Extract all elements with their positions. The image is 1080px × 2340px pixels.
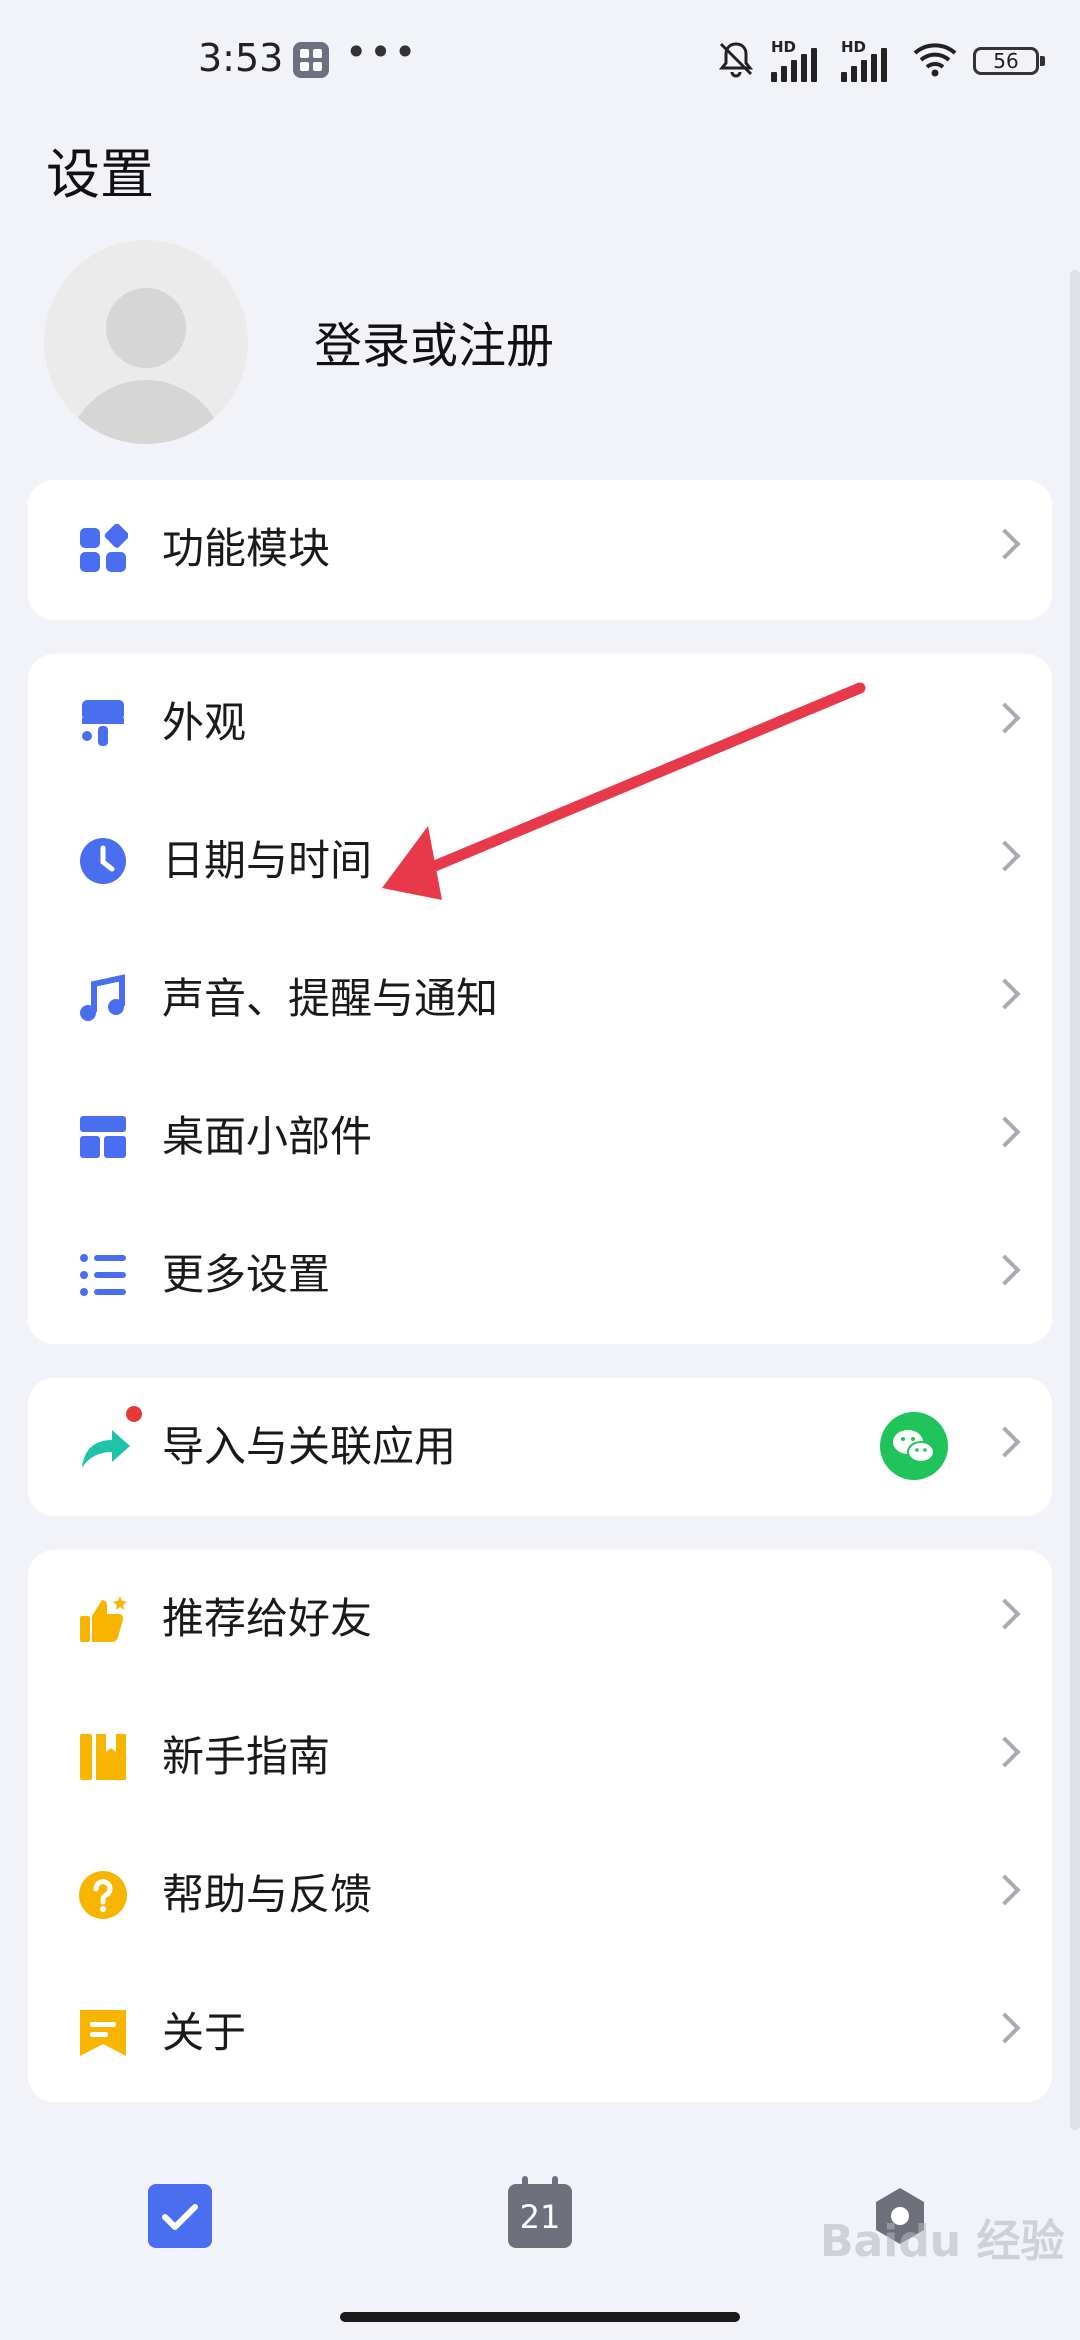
setting-item-modules[interactable]: 功能模块: [28, 480, 1052, 618]
chevron-right-icon: [989, 1874, 1021, 1906]
widget-layout-icon: [78, 1112, 128, 1162]
setting-label: 功能模块: [162, 524, 331, 573]
watermark: Baidu 经验: [820, 2216, 1065, 2267]
checkbox-icon: [148, 2204, 212, 2252]
app-notification-icon: [293, 42, 329, 78]
setting-label: 关于: [162, 2008, 247, 2057]
mute-bell-icon: [715, 38, 757, 84]
thumbs-up-icon: [78, 1594, 128, 1644]
music-note-icon: [78, 974, 128, 1024]
setting-label: 新手指南: [162, 1732, 331, 1781]
setting-item-appearance[interactable]: 外观: [28, 654, 1052, 792]
wechat-icon: [880, 1412, 948, 1480]
paint-roller-icon: [78, 698, 128, 748]
chevron-right-icon: [989, 2012, 1021, 2044]
setting-label: 声音、提醒与通知: [162, 974, 499, 1023]
avatar[interactable]: [44, 240, 248, 444]
settings-group-support: 推荐给好友 新手指南 帮助与反馈 关于: [28, 1550, 1052, 2102]
setting-label: 帮助与反馈: [162, 1870, 373, 1919]
new-badge-dot: [126, 1406, 142, 1422]
chevron-right-icon: [989, 840, 1021, 872]
guide-book-icon: [78, 1732, 128, 1782]
signal-strength-icon: HD: [771, 38, 827, 82]
chevron-right-icon: [989, 702, 1021, 734]
setting-label: 日期与时间: [162, 836, 373, 885]
chevron-right-icon: [989, 978, 1021, 1010]
setting-item-about[interactable]: 关于: [28, 1964, 1052, 2102]
share-arrow-icon: [78, 1422, 130, 1472]
page-title: 设置: [46, 143, 154, 206]
chevron-right-icon: [989, 1426, 1021, 1458]
settings-screen: 3:53 ••• HD HD 56 设置 登录或注册 功能模块 外观 日期与时间…: [0, 0, 1080, 2340]
settings-group-import: 导入与关联应用: [28, 1378, 1052, 1516]
profile-login[interactable]: 登录或注册: [44, 240, 1024, 450]
setting-item-help-feedback[interactable]: 帮助与反馈: [28, 1826, 1052, 1964]
setting-item-date-time[interactable]: 日期与时间: [28, 792, 1052, 930]
setting-item-beginner-guide[interactable]: 新手指南: [28, 1688, 1052, 1826]
scrollbar[interactable]: [1070, 270, 1080, 2130]
setting-item-more-settings[interactable]: 更多设置: [28, 1206, 1052, 1344]
setting-item-import-link-apps[interactable]: 导入与关联应用: [28, 1378, 1052, 1516]
setting-label: 更多设置: [162, 1250, 331, 1299]
setting-label: 推荐给好友: [162, 1594, 373, 1643]
battery-level: 56: [993, 49, 1019, 73]
question-icon: [78, 1870, 128, 1920]
tab-calendar[interactable]: 21: [508, 2176, 572, 2248]
status-time: 3:53: [198, 36, 284, 80]
about-bookmark-icon: [78, 2008, 128, 2058]
chevron-right-icon: [989, 528, 1021, 560]
settings-group-general: 外观 日期与时间 声音、提醒与通知 桌面小部件 更多设置: [28, 654, 1052, 1344]
setting-label: 外观: [162, 698, 247, 747]
setting-label: 导入与关联应用: [162, 1422, 457, 1471]
chevron-right-icon: [989, 1736, 1021, 1768]
login-register-label[interactable]: 登录或注册: [314, 306, 554, 376]
battery-indicator: 56: [973, 47, 1045, 75]
setting-item-widgets[interactable]: 桌面小部件: [28, 1068, 1052, 1206]
tab-tasks[interactable]: [148, 2184, 212, 2248]
status-bar: 3:53 ••• HD HD 56: [0, 0, 1080, 120]
wifi-icon: [911, 39, 959, 83]
more-notifications-dots: •••: [345, 30, 419, 74]
home-indicator[interactable]: [340, 2312, 740, 2322]
status-indicators: HD HD 56: [715, 38, 1045, 84]
calendar-day-number: 21: [519, 2198, 561, 2236]
settings-group-modules: 功能模块: [28, 480, 1052, 620]
signal-strength-icon-2: HD: [841, 38, 897, 82]
setting-item-sound-notifications[interactable]: 声音、提醒与通知: [28, 930, 1052, 1068]
setting-label: 桌面小部件: [162, 1112, 373, 1161]
grid-modules-icon: [78, 523, 130, 574]
chevron-right-icon: [989, 1116, 1021, 1148]
clock-icon: [78, 836, 128, 886]
list-settings-icon: [78, 1250, 128, 1300]
chevron-right-icon: [989, 1598, 1021, 1630]
chevron-right-icon: [989, 1254, 1021, 1286]
setting-item-recommend[interactable]: 推荐给好友: [28, 1550, 1052, 1688]
